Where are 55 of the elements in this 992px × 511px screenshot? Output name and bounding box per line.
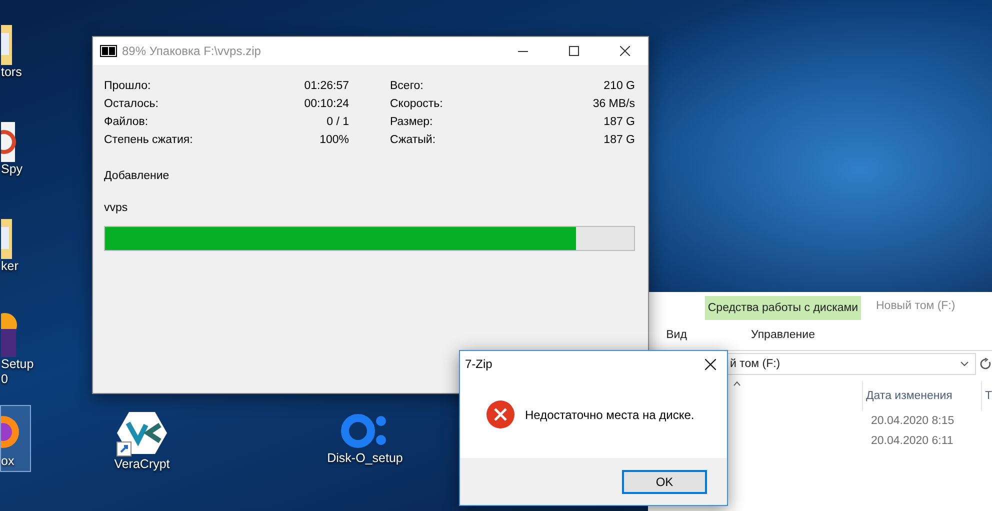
file-name: vvps (104, 201, 129, 215)
dialog-title: 7-Zip (465, 357, 492, 371)
icon-label: 0 (1, 372, 8, 387)
app-logo-icon (116, 411, 168, 457)
maximize-icon (569, 46, 579, 56)
minimize-icon (518, 50, 528, 52)
app-icon (100, 45, 117, 57)
error-message: Недостаточно места на диске. (525, 408, 694, 422)
error-icon (486, 400, 515, 429)
column-header[interactable]: Дата изменения (862, 381, 981, 411)
desktop-icon[interactable]: ox (0, 405, 31, 472)
stat-label: Прошло: (104, 79, 152, 93)
desktop-icon[interactable]: Disk-O_setup (322, 408, 408, 469)
icon-label: ox (1, 454, 14, 469)
stat-value: 187 G (602, 115, 635, 129)
stat-label: Скорость: (390, 97, 444, 111)
stat-label: Всего: (390, 79, 424, 93)
window-title: Новый том (F:) (875, 299, 956, 314)
close-icon (704, 358, 716, 370)
stat-value: 100% (318, 133, 349, 147)
icon-label: Spy (1, 162, 23, 177)
refresh-icon[interactable] (980, 358, 992, 370)
stat-label: Размер: (390, 115, 434, 129)
stat-value: 36 MB/s (592, 97, 635, 111)
stat-value: 0 / 1 (326, 115, 349, 129)
desktop-icon[interactable]: ker (0, 212, 40, 277)
window-title: 89% Упаковка F:\vvps.zip (122, 44, 262, 58)
icon-label: Setup (1, 357, 34, 372)
date-cell-text: 20.04.2020 8:15 (871, 414, 954, 429)
column-header[interactable]: Т (981, 381, 992, 411)
stat-value: 210 G (602, 79, 635, 93)
desktop-icon[interactable]: Spy (0, 115, 40, 180)
ribbon-context-label: Средства работы с дисками (705, 296, 861, 320)
circle-logo-icon (341, 411, 389, 451)
close-icon (620, 46, 630, 56)
address-bar[interactable]: й том (F:) (727, 353, 976, 375)
date-cell-text: 20.04.2020 6:11 (871, 434, 954, 449)
stat-label: Сжатый: (390, 133, 437, 147)
desktop-icon[interactable]: VeraCrypt (106, 408, 178, 475)
chevron-down-icon (960, 361, 969, 367)
stat-label: Файлов: (104, 115, 150, 129)
ok-button[interactable]: OK (622, 470, 707, 494)
stat-value: 01:26:57 (304, 79, 349, 93)
icon-label: VeraCrypt (114, 457, 170, 472)
icon-label: ker (1, 259, 18, 274)
sort-caret-icon (733, 381, 741, 386)
desktop-icon[interactable]: tors (0, 18, 40, 83)
stat-label: Осталось: (104, 97, 160, 111)
desktop-icon[interactable]: Setup 0 (0, 308, 40, 390)
stat-label: Степень сжатия: (104, 133, 194, 147)
stat-value: 00:10:24 (304, 97, 349, 111)
icon-label: Disk-O_setup (327, 451, 403, 466)
operation-label: Добавление (104, 169, 170, 183)
stat-value: 187 G (602, 133, 635, 147)
icon-label: tors (1, 65, 22, 80)
